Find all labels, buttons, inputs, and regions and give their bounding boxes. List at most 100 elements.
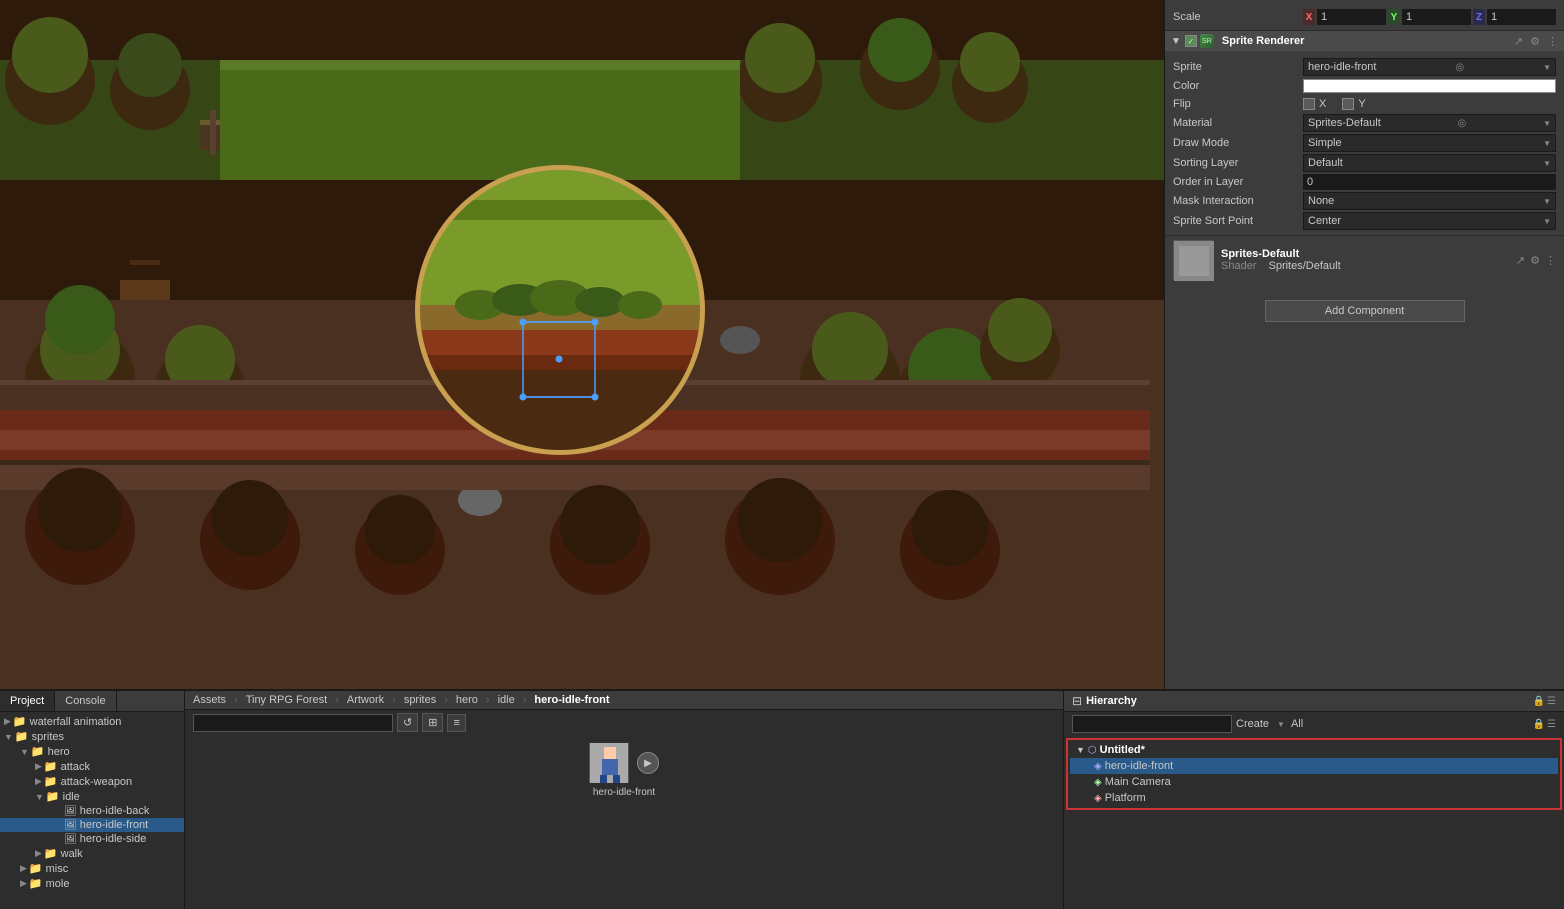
tree-item-sprites[interactable]: ▼ 📁 sprites [0,729,184,744]
hierarchy-search[interactable] [1072,715,1232,733]
sprite-renderer-component: ▼ ✓ SR Sprite Renderer ↗ ⚙ ⋮ Sprite [1165,31,1564,236]
scale-y-value[interactable]: 1 [1402,9,1471,25]
sep6: › [523,694,527,706]
breadcrumb-assets[interactable]: Assets [193,694,226,706]
breadcrumb-artwork[interactable]: Artwork [347,694,384,706]
bottom-area: Project Console ▶ 📁 waterfall animation … [0,689,1564,909]
draw-mode-value: Simple [1308,137,1342,149]
sprite-row: Sprite hero-idle-front ◎ [1173,57,1556,77]
sprites-default-name: Sprites-Default [1221,248,1341,260]
flip-checkboxes: X Y [1303,98,1366,110]
hierarchy-item-platform[interactable]: ◈ Platform [1070,790,1558,806]
sprite-label: Sprite [1173,61,1303,73]
breadcrumb-hero[interactable]: hero [456,694,478,706]
scene-svg [0,0,1164,689]
tree-item-hero[interactable]: ▼ 📁 hero [0,744,184,759]
tree-item-attack[interactable]: ▶ 📁 attack [0,759,184,774]
hierarchy-toolbar-btns: 🔒 ☰ [1533,719,1556,730]
breadcrumb-idle[interactable]: idle [498,694,515,706]
file-search-input[interactable] [193,714,393,732]
flip-x-checkbox[interactable] [1303,98,1315,110]
inspector-scroll[interactable]: Scale X 1 Y 1 Z 1 ▼ ✓ S [1165,4,1564,685]
sprite-sort-point-dropdown[interactable]: Center [1303,212,1556,230]
tab-console[interactable]: Console [55,691,116,711]
tree-item-waterfall[interactable]: ▶ 📁 waterfall animation [0,714,184,729]
hierarchy-scene-root[interactable]: ▼ ⬡ Untitled* [1070,742,1558,758]
hierarchy-toolbar-lock[interactable]: 🔒 [1533,719,1545,730]
sprite-renderer-header[interactable]: ▼ ✓ SR Sprite Renderer ↗ ⚙ ⋮ [1165,31,1564,51]
sprite-value-dropdown[interactable]: hero-idle-front ◎ [1303,58,1556,76]
project-tabs: Project Console [0,691,184,712]
scene-canvas[interactable] [0,0,1164,689]
order-in-layer-label: Order in Layer [1173,176,1303,188]
material-gear-icon[interactable]: ⚙ [1530,254,1540,267]
walk-arrow: ▶ [35,848,42,859]
tree-item-attack-weapon[interactable]: ▶ 📁 attack-weapon [0,774,184,789]
breadcrumb-hero-idle-front[interactable]: hero-idle-front [534,694,609,706]
scale-z-value[interactable]: 1 [1487,9,1556,25]
shader-value[interactable]: Sprites/Default [1268,260,1340,272]
toolbar-filter-btn[interactable]: ⊞ [422,713,443,732]
component-settings-icon[interactable]: ⚙ [1530,35,1540,48]
sprite-renderer-fields: Sprite hero-idle-front ◎ Color [1165,53,1564,236]
tree-item-idle[interactable]: ▼ 📁 idle [0,789,184,804]
hero-idle-front-scene-icon: ◈ [1094,761,1102,772]
hero-idle-front-icon: 🖼 [64,820,77,831]
hierarchy-toolbar-menu[interactable]: ☰ [1547,719,1556,730]
draw-mode-dropdown[interactable]: Simple [1303,134,1556,152]
sprite-sort-point-value: Center [1308,215,1341,227]
hierarchy-menu-icon[interactable]: ☰ [1547,696,1556,707]
breadcrumb-tiny-rpg[interactable]: Tiny RPG Forest [246,694,328,706]
sprite-row: ▶ [589,743,659,783]
sep3: › [392,694,396,706]
sep5: › [486,694,490,706]
mask-interaction-dropdown[interactable]: None [1303,192,1556,210]
scale-row: Scale X 1 Y 1 Z 1 [1173,8,1556,26]
component-menu-icon[interactable]: ⋮ [1547,35,1558,48]
tree-item-hero-idle-side[interactable]: 🖼 hero-idle-side [0,832,184,846]
draw-mode-label: Draw Mode [1173,137,1303,149]
tree-item-hero-idle-front[interactable]: 🖼 hero-idle-front [0,818,184,832]
component-link-icon[interactable]: ↗ [1514,35,1523,48]
attack-weapon-arrow: ▶ [35,776,42,787]
material-dropdown[interactable]: Sprites-Default ◎ [1303,114,1556,132]
toolbar-list-btn[interactable]: ≡ [447,714,465,732]
project-tree[interactable]: ▶ 📁 waterfall animation ▼ 📁 sprites ▼ 📁 … [0,712,184,909]
hero-folder-icon: 📁 [31,745,45,758]
walk-folder-icon: 📁 [44,847,58,860]
create-dropdown-arrow: ▼ [1277,720,1285,729]
hierarchy-toolbar: Create ▼ All 🔒 ☰ [1064,712,1564,736]
tree-item-misc[interactable]: ▶ 📁 misc [0,861,184,876]
tree-item-walk[interactable]: ▶ 📁 walk [0,846,184,861]
tree-item-hero-idle-back[interactable]: 🖼 hero-idle-back [0,804,184,818]
color-swatch[interactable] [1303,79,1556,93]
color-label: Color [1173,80,1303,92]
color-field[interactable] [1303,79,1556,93]
hierarchy-item-main-camera[interactable]: ◈ Main Camera [1070,774,1558,790]
hierarchy-lock-icon[interactable]: 🔒 [1533,696,1545,707]
file-browser-header: Assets › Tiny RPG Forest › Artwork › spr… [185,691,1063,710]
hierarchy-header: ⊟ Hierarchy 🔒 ☰ [1064,691,1564,712]
tree-item-mole[interactable]: ▶ 📁 mole [0,876,184,891]
main-area: Scale X 1 Y 1 Z 1 ▼ ✓ S [0,0,1564,689]
breadcrumb-sprites[interactable]: sprites [404,694,436,706]
toolbar-refresh-btn[interactable]: ↺ [397,713,418,732]
sprite-select-icon[interactable]: ◎ [1455,62,1464,73]
order-in-layer-value[interactable]: 0 [1303,174,1556,190]
hierarchy-item-hero-idle-front[interactable]: ◈ hero-idle-front [1070,758,1558,774]
attack-label: attack [61,761,90,773]
hero-idle-back-label: hero-idle-back [80,805,150,817]
hierarchy-create-btn[interactable]: Create [1232,716,1273,732]
material-menu-icon[interactable]: ⋮ [1545,254,1556,267]
sorting-layer-dropdown[interactable]: Default [1303,154,1556,172]
material-link-icon[interactable]: ↗ [1516,254,1525,267]
sprite-play-button[interactable]: ▶ [637,752,659,774]
mole-arrow: ▶ [20,878,27,889]
shader-label: Shader [1221,260,1256,272]
flip-y-checkbox[interactable] [1342,98,1354,110]
tab-project[interactable]: Project [0,691,55,711]
scale-x-value[interactable]: 1 [1317,9,1386,25]
component-enabled-check[interactable]: ✓ [1185,35,1197,47]
material-select-icon[interactable]: ◎ [1458,118,1467,129]
add-component-button[interactable]: Add Component [1265,300,1465,322]
